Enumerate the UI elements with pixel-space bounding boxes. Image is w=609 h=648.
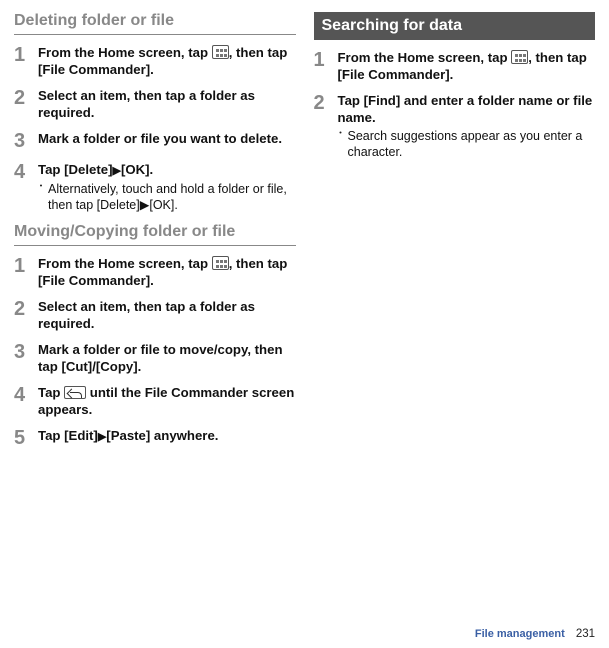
back-icon bbox=[64, 386, 86, 399]
step-text: Mark a folder or file to move/copy, then… bbox=[38, 342, 296, 375]
step-text: Select an item, then tap a folder as req… bbox=[38, 299, 296, 332]
step-item: 3 Mark a folder or file to move/copy, th… bbox=[14, 342, 296, 375]
step-item: 2 Select an item, then tap a folder as r… bbox=[14, 88, 296, 121]
step-text-before: Tap bbox=[38, 385, 64, 400]
step-item: 2 Select an item, then tap a folder as r… bbox=[14, 299, 296, 332]
step-number: 5 bbox=[14, 428, 38, 449]
step-text: Tap [Find] and enter a folder name or fi… bbox=[338, 93, 596, 126]
step-item: 4 Tap [Delete]▶[OK]. ･ Alternatively, to… bbox=[14, 162, 296, 213]
footer-label: File management bbox=[475, 628, 565, 640]
step-number: 2 bbox=[314, 93, 338, 161]
section-title-moving: Moving/Copying folder or file bbox=[14, 223, 296, 246]
step-text-before: Tap [Edit] bbox=[38, 428, 98, 443]
apps-grid-icon bbox=[212, 256, 229, 270]
step-item: 1 From the Home screen, tap , then tap [… bbox=[314, 50, 596, 83]
step-item: 2 Tap [Find] and enter a folder name or … bbox=[314, 93, 596, 161]
step-item: 3 Mark a folder or file you want to dele… bbox=[14, 131, 296, 152]
step-number: 1 bbox=[14, 45, 38, 78]
section-title-deleting: Deleting folder or file bbox=[14, 12, 296, 35]
step-text: Tap [Delete]▶[OK]. bbox=[38, 162, 296, 179]
step-number: 3 bbox=[14, 131, 38, 152]
step-text-before: From the Home screen, tap bbox=[38, 256, 212, 271]
section-title-searching: Searching for data bbox=[314, 12, 596, 40]
step-text: Tap until the File Commander screen appe… bbox=[38, 385, 296, 418]
step-text: From the Home screen, tap , then tap [Fi… bbox=[338, 50, 596, 83]
bullet-icon: ･ bbox=[338, 126, 348, 161]
step-number: 4 bbox=[14, 162, 38, 213]
step-text: Mark a folder or file you want to delete… bbox=[38, 131, 296, 148]
arrow-icon: ▶ bbox=[113, 165, 121, 177]
step-number: 1 bbox=[314, 50, 338, 83]
step-text-before: From the Home screen, tap bbox=[338, 50, 512, 65]
step-number: 2 bbox=[14, 88, 38, 121]
step-number: 2 bbox=[14, 299, 38, 332]
bullet-icon: ･ bbox=[38, 179, 48, 214]
step-text-after: [OK]. bbox=[121, 162, 153, 177]
step-text: From the Home screen, tap , then tap [Fi… bbox=[38, 45, 296, 78]
step-text-before: Tap [Delete] bbox=[38, 162, 113, 177]
step-number: 3 bbox=[14, 342, 38, 375]
step-number: 4 bbox=[14, 385, 38, 418]
step-note: Alternatively, touch and hold a folder o… bbox=[48, 181, 296, 214]
step-text: Tap [Edit]▶[Paste] anywhere. bbox=[38, 428, 296, 445]
footer: File management 231 bbox=[475, 628, 595, 640]
step-text-before: From the Home screen, tap bbox=[38, 45, 212, 60]
step-item: 1 From the Home screen, tap , then tap [… bbox=[14, 256, 296, 289]
step-text-after: [Paste] anywhere. bbox=[106, 428, 218, 443]
step-item: 1 From the Home screen, tap , then tap [… bbox=[14, 45, 296, 78]
apps-grid-icon bbox=[212, 45, 229, 59]
apps-grid-icon bbox=[511, 50, 528, 64]
step-number: 1 bbox=[14, 256, 38, 289]
step-text: Select an item, then tap a folder as req… bbox=[38, 88, 296, 121]
step-item: 5 Tap [Edit]▶[Paste] anywhere. bbox=[14, 428, 296, 449]
page-number: 231 bbox=[576, 628, 595, 640]
step-note: Search suggestions appear as you enter a… bbox=[348, 128, 596, 161]
step-item: 4 Tap until the File Commander screen ap… bbox=[14, 385, 296, 418]
step-text: From the Home screen, tap , then tap [Fi… bbox=[38, 256, 296, 289]
